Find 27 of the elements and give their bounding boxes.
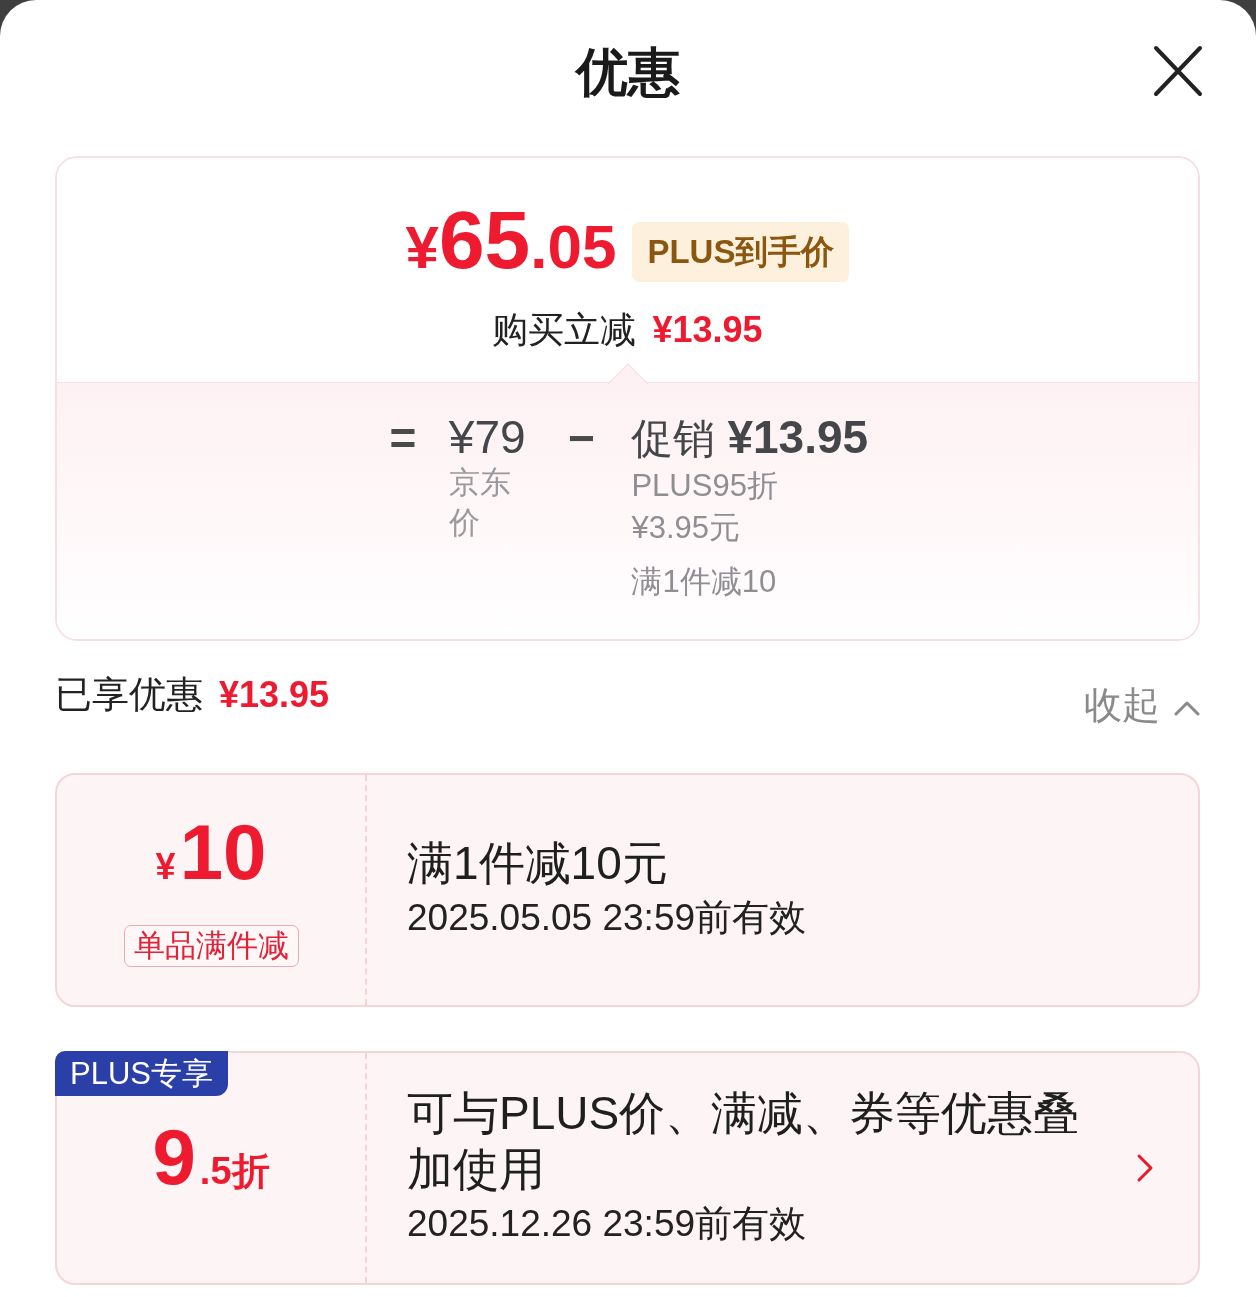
saving-label: 购买立减 bbox=[492, 308, 637, 352]
promo-label: 促销 bbox=[631, 414, 716, 464]
saving-amount: ¥13.95 bbox=[652, 308, 763, 352]
enjoyed-amount: ¥13.95 bbox=[219, 673, 330, 717]
promo-detail-amount: ¥3.95元 bbox=[631, 509, 741, 547]
coupon-title: 满1件减10元 bbox=[407, 836, 669, 891]
promo-detail-label: PLUS95折 bbox=[631, 467, 778, 505]
final-price: ¥65.05 bbox=[405, 198, 617, 287]
promo-amount: ¥13.95 bbox=[727, 411, 869, 463]
sheet-title: 优惠 bbox=[575, 42, 680, 103]
coupon-validity: 2025.12.26 23:59前有效 bbox=[407, 1202, 808, 1246]
close-icon[interactable] bbox=[1153, 45, 1203, 97]
coupon-type-tag: 单品满件减 bbox=[123, 925, 299, 967]
promo-detail-label: 满1件减10 bbox=[631, 563, 777, 601]
discount-value: 9.5折 bbox=[152, 1118, 270, 1203]
plus-price-badge: PLUS到手价 bbox=[632, 221, 850, 282]
plus-exclusive-badge: PLUS专享 bbox=[55, 1051, 228, 1096]
base-price: ¥79 bbox=[448, 411, 526, 463]
equals-sign: = bbox=[388, 411, 418, 465]
chevron-right-icon[interactable] bbox=[1136, 1153, 1154, 1183]
base-price-label: 京东价 bbox=[448, 464, 512, 542]
coupon-amount: ¥10 bbox=[155, 813, 267, 898]
minus-sign: − bbox=[567, 411, 596, 465]
coupon-validity: 2025.05.05 23:59前有效 bbox=[407, 896, 808, 940]
enjoyed-label: 已享优惠 bbox=[55, 673, 203, 717]
coupon-card[interactable]: PLUS专享 9.5折 可与PLUS价、满减、券等优惠叠加使用 2025.12.26 23:59前有效 bbox=[55, 1051, 1200, 1285]
coupon-title: 可与PLUS价、满减、券等优惠叠加使用 bbox=[407, 1086, 1081, 1197]
